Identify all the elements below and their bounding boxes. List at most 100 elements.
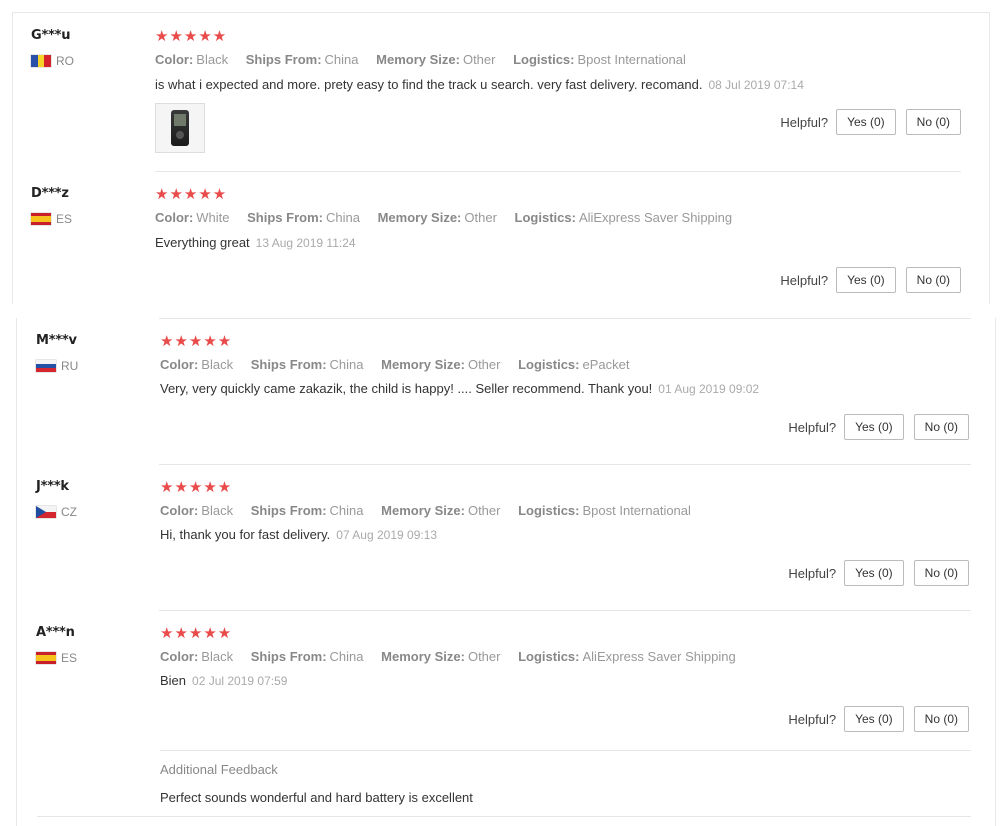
color-value: Black (201, 503, 234, 518)
helpful-yes-button[interactable]: Yes (0) (844, 706, 904, 732)
review-text-line: Everything great 13 Aug 2019 11:24 (155, 235, 356, 250)
mp3-player-photo-icon (171, 110, 189, 146)
review-text: is what i expected and more. prety easy … (155, 77, 703, 92)
additional-feedback-divider (160, 750, 971, 751)
star-rating: ★★★★★ (160, 624, 233, 642)
reviewer-name: G***u (31, 28, 71, 43)
logistics-value: Bpost International (582, 503, 691, 518)
review-date: 13 Aug 2019 11:24 (255, 236, 356, 250)
review-text: Very, very quickly came zakazik, the chi… (160, 381, 653, 396)
country-code: ES (61, 651, 78, 665)
color-value: Black (201, 357, 234, 372)
reviewer-country: RU (36, 359, 78, 373)
memory-size-label: Memory Size: (377, 210, 462, 225)
helpful-no-button[interactable]: No (0) (913, 414, 969, 440)
helpful-controls: Helpful? Yes (0) No (0) (780, 267, 961, 293)
helpful-yes-button[interactable]: Yes (0) (844, 414, 904, 440)
review-text-line: Very, very quickly came zakazik, the chi… (160, 381, 759, 396)
review-date: 01 Aug 2019 09:02 (658, 382, 760, 396)
reviews-panel-bottom: M***v RU ★★★★★ Color: Black Ships From: Ch… (16, 318, 996, 826)
color-value: Black (196, 52, 229, 67)
ships-from-label: Ships From: (250, 649, 327, 664)
color-value: Black (201, 649, 234, 664)
helpful-label: Helpful? (788, 711, 837, 727)
ships-from-value: China (329, 357, 364, 372)
review-attributes: Color: White Ships From: China Memory Size… (155, 210, 746, 225)
reviewer-name: A***n (36, 625, 75, 640)
helpful-controls: Helpful? Yes (0) No (0) (788, 560, 969, 586)
helpful-yes-button[interactable]: Yes (0) (836, 109, 896, 135)
review-attributes: Color: Black Ships From: China Memory Size… (160, 649, 750, 664)
review-attributes: Color: Black Ships From: China Memory Size… (160, 357, 643, 372)
ships-from-label: Ships From: (250, 503, 327, 518)
review-item: M***v RU ★★★★★ Color: Black Ships From: Ch… (17, 318, 995, 464)
country-code: RU (61, 359, 79, 373)
review-attributes: Color: Black Ships From: China Memory Size… (160, 503, 705, 518)
memory-size-label: Memory Size: (381, 503, 465, 518)
memory-size-value: Other (464, 210, 497, 225)
review-text-line: Hi, thank you for fast delivery. 07 Aug 2… (160, 527, 437, 542)
logistics-value: AliExpress Saver Shipping (578, 210, 733, 225)
additional-feedback-label: Additional Feedback (160, 762, 278, 777)
helpful-label: Helpful? (788, 419, 837, 435)
czech-flag-icon (36, 506, 56, 518)
color-label: Color: (160, 357, 199, 372)
ships-from-label: Ships From: (247, 210, 323, 225)
review-text: Everything great (155, 235, 250, 250)
logistics-label: Logistics: (514, 210, 576, 225)
logistics-value: ePacket (582, 357, 630, 372)
russia-flag-icon (36, 360, 56, 372)
star-rating: ★★★★★ (155, 185, 228, 203)
review-photo-thumbnail[interactable] (155, 103, 205, 153)
memory-size-label: Memory Size: (381, 649, 465, 664)
helpful-yes-button[interactable]: Yes (0) (844, 560, 904, 586)
helpful-controls: Helpful? Yes (0) No (0) (780, 109, 961, 135)
reviewer-country: CZ (36, 505, 77, 519)
memory-size-label: Memory Size: (376, 52, 460, 67)
review-attributes: Color: Black Ships From: China Memory Size… (155, 52, 700, 67)
color-label: Color: (155, 210, 194, 225)
logistics-label: Logistics: (513, 52, 575, 67)
memory-size-value: Other (467, 357, 501, 372)
review-item: A***n ES ★★★★★ Color: Black Ships From: Ch… (17, 610, 995, 816)
reviewer-country: ES (36, 651, 77, 665)
star-rating: ★★★★★ (160, 478, 233, 496)
review-date: 07 Aug 2019 09:13 (336, 528, 438, 542)
additional-feedback-text: Perfect sounds wonderful and hard batter… (160, 790, 473, 805)
reviews-panel-top: G***u RO ★★★★★ Color: Black Ships From: Ch… (12, 12, 990, 304)
spain-flag-icon (31, 213, 51, 225)
star-rating: ★★★★★ (155, 27, 228, 45)
reviews-page: G***u RO ★★★★★ Color: Black Ships From: Ch… (0, 0, 1000, 826)
helpful-controls: Helpful? Yes (0) No (0) (788, 414, 969, 440)
helpful-no-button[interactable]: No (0) (913, 560, 969, 586)
logistics-label: Logistics: (518, 649, 580, 664)
reviewer-name: M***v (36, 333, 77, 348)
ships-from-label: Ships From: (250, 357, 327, 372)
helpful-label: Helpful? (780, 272, 829, 288)
logistics-label: Logistics: (518, 503, 580, 518)
color-label: Color: (155, 52, 194, 67)
country-code: ES (56, 212, 73, 226)
memory-size-label: Memory Size: (381, 357, 465, 372)
ships-from-value: China (329, 503, 364, 518)
star-rating: ★★★★★ (160, 332, 233, 350)
logistics-value: Bpost International (577, 52, 686, 67)
helpful-no-button[interactable]: No (0) (905, 267, 961, 293)
reviewer-country: ES (31, 212, 72, 226)
logistics-value: AliExpress Saver Shipping (582, 649, 736, 664)
logistics-label: Logistics: (518, 357, 580, 372)
review-text-line: Bien 02 Jul 2019 07:59 (160, 673, 287, 688)
helpful-yes-button[interactable]: Yes (0) (836, 267, 896, 293)
reviewer-name: D***z (31, 186, 69, 201)
romania-flag-icon (31, 55, 51, 67)
reviewer-name: J***k (36, 479, 69, 494)
ships-from-label: Ships From: (245, 52, 322, 67)
helpful-label: Helpful? (788, 565, 837, 581)
review-date: 08 Jul 2019 07:14 (708, 78, 804, 92)
helpful-no-button[interactable]: No (0) (913, 706, 969, 732)
review-text: Bien (160, 673, 187, 688)
color-value: White (196, 210, 230, 225)
spain-flag-icon (36, 652, 56, 664)
helpful-no-button[interactable]: No (0) (905, 109, 961, 135)
review-text-line: is what i expected and more. prety easy … (155, 77, 804, 92)
